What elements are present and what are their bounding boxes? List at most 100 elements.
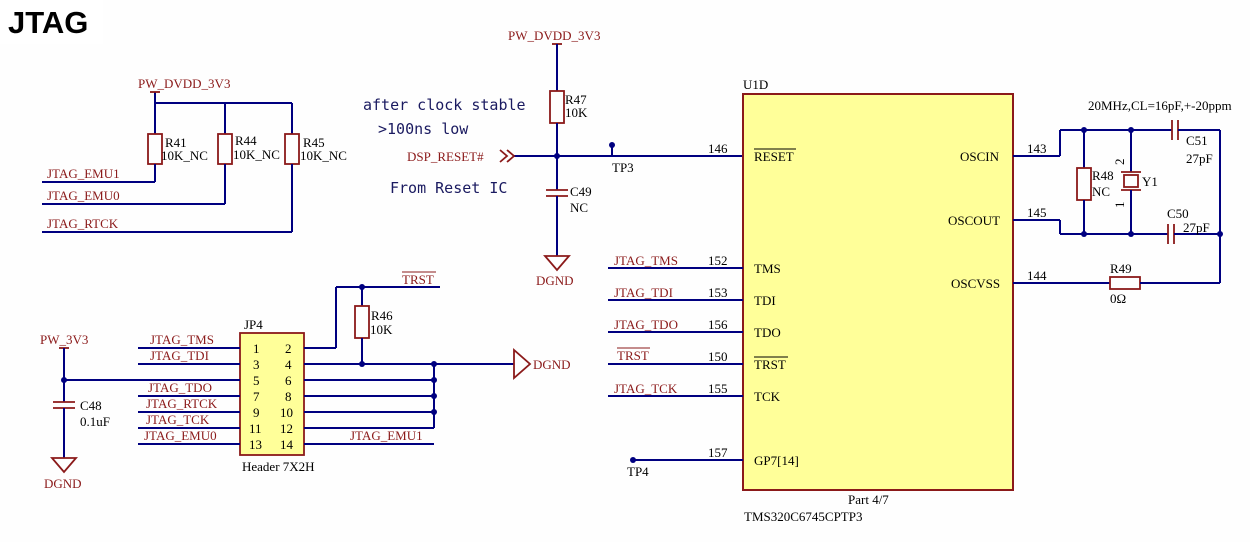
jp4-pin-4: 4 <box>285 357 292 372</box>
pin-num-144: 144 <box>1027 268 1047 283</box>
y1-pin1: 1 <box>1112 202 1127 209</box>
ref-c48: C48 <box>80 398 102 413</box>
label-jtag-emu1-a: JTAG_EMU1 <box>47 166 120 181</box>
resistor-r41 <box>147 133 163 165</box>
value-r47: 10K <box>565 105 588 120</box>
port-dsp-reset-icon <box>499 149 516 163</box>
junction-c48 <box>61 377 67 383</box>
jp4-pin-11: 11 <box>249 421 262 436</box>
ground-icon-reset <box>543 255 571 272</box>
label-jtag-emu0-c: JTAG_EMU0 <box>144 428 217 443</box>
value-jp4: Header 7X2H <box>242 459 315 474</box>
pin-name-tms: TMS <box>754 261 781 276</box>
ref-jp4: JP4 <box>244 317 263 332</box>
label-jtag-tdi-b: JTAG_TDI <box>614 285 673 300</box>
jp4-pin-5: 5 <box>253 373 260 388</box>
resistor-r49 <box>1109 276 1141 290</box>
label-jtag-emu1-c: JTAG_EMU1 <box>350 428 423 443</box>
y1-pin2: 2 <box>1112 159 1127 166</box>
pin-num-152: 152 <box>708 253 728 268</box>
part-u1d: Part 4/7 <box>848 492 889 507</box>
resistor-r46 <box>354 305 370 339</box>
pin-name-trst: TRST <box>754 357 786 372</box>
pin-name-gp7: GP7[14] <box>754 453 799 468</box>
ground-icon-header <box>513 348 532 380</box>
resistor-r48 <box>1076 167 1092 201</box>
ref-r46: R46 <box>371 308 393 323</box>
reset-group: PW_DVDD_3V3 R47 10K TP3 DSP_RESET# C49 N… <box>363 28 743 288</box>
pin-num-146: 146 <box>708 141 728 156</box>
pin-num-143: 143 <box>1027 141 1047 156</box>
label-jtag-rtck-a: JTAG_RTCK <box>47 216 119 231</box>
junction-gnd-3 <box>431 393 437 399</box>
pin-num-153: 153 <box>708 285 728 300</box>
value-c48: 0.1uF <box>80 414 110 429</box>
ref-y1: Y1 <box>1142 174 1158 189</box>
ref-tp3: TP3 <box>612 160 634 175</box>
ref-r48: R48 <box>1092 168 1114 183</box>
schematic-canvas: PW_DVDD_3V3 R41 10K_NC R44 10K_NC R45 10… <box>40 28 1232 524</box>
pin-name-oscout: OSCOUT <box>948 213 1000 228</box>
label-jtag-tdi-c: JTAG_TDI <box>150 348 209 363</box>
note-after-clock: after clock stable <box>363 96 526 114</box>
pin-num-157: 157 <box>708 445 728 460</box>
header-jp4: JP4 Header 7X2H 1 2 3 4 5 6 7 8 9 10 11 … <box>40 271 571 491</box>
label-jtag-tms-c: JTAG_TMS <box>150 332 214 347</box>
jp4-pin-6: 6 <box>285 373 292 388</box>
testpoint-tp4 <box>630 457 636 463</box>
net-pw-dvdd-2: PW_DVDD_3V3 <box>508 28 600 43</box>
net-dgnd-reset: DGND <box>536 273 574 288</box>
jp4-pin-7: 7 <box>253 389 260 404</box>
junction-gnd-2 <box>431 377 437 383</box>
ref-c51: C51 <box>1186 133 1208 148</box>
pin-name-oscvss: OSCVSS <box>951 276 1000 291</box>
value-r45: 10K_NC <box>300 148 347 163</box>
jp4-pin-8: 8 <box>285 389 292 404</box>
label-jtag-tdo-c: JTAG_TDO <box>148 380 212 395</box>
label-trst-b: TRST <box>617 348 649 363</box>
pullup-group: PW_DVDD_3V3 R41 10K_NC R44 10K_NC R45 10… <box>42 76 347 233</box>
net-pw-dvdd-1: PW_DVDD_3V3 <box>138 76 230 91</box>
resistor-r45 <box>284 133 300 165</box>
junction-osc-5 <box>1217 231 1223 237</box>
value-c51: 27pF <box>1186 151 1213 166</box>
value-c49: NC <box>570 200 588 215</box>
label-jtag-tck-c: JTAG_TCK <box>146 412 210 427</box>
junction-gnd-1 <box>431 361 437 367</box>
net-pw-3v3: PW_3V3 <box>40 332 88 347</box>
junction-osc-1 <box>1081 127 1087 133</box>
label-trst-c: TRST <box>402 272 434 287</box>
pin-num-156: 156 <box>708 317 728 332</box>
pin-num-145: 145 <box>1027 205 1047 220</box>
label-jtag-tck-b: JTAG_TCK <box>614 381 678 396</box>
ref-u1d: U1D <box>743 77 768 92</box>
note-crystal-spec: 20MHz,CL=16pF,+-20ppm <box>1088 98 1232 113</box>
jp4-pin-13: 13 <box>249 437 262 452</box>
label-dsp-reset: DSP_RESET# <box>407 149 484 164</box>
label-jtag-tdo-b: JTAG_TDO <box>614 317 678 332</box>
note-100ns: >100ns low <box>378 120 469 138</box>
value-r48: NC <box>1092 184 1110 199</box>
pin-name-tdo: TDO <box>754 325 781 340</box>
ground-icon-c48 <box>50 457 78 474</box>
resistor-r47 <box>549 90 565 124</box>
testpoint-tp3 <box>609 142 615 148</box>
note-from-reset: From Reset IC <box>390 179 507 197</box>
pin-num-155: 155 <box>708 381 728 396</box>
net-dgnd-c48: DGND <box>44 476 82 491</box>
jp4-pin-3: 3 <box>253 357 260 372</box>
jp4-pin-10: 10 <box>280 405 293 420</box>
junction-reset <box>554 153 560 159</box>
jp4-pin-9: 9 <box>253 405 260 420</box>
label-jtag-rtck-c: JTAG_RTCK <box>146 396 218 411</box>
value-r49: 0Ω <box>1110 291 1126 306</box>
jp4-pin-12: 12 <box>280 421 293 436</box>
ref-c49: C49 <box>570 184 592 199</box>
pin-name-tck: TCK <box>754 389 781 404</box>
chip-u1d: U1D Part 4/7 TMS320C6745CPTP3 146 RESET … <box>608 77 1047 524</box>
ref-tp4: TP4 <box>627 464 649 479</box>
value-c50: 27pF <box>1183 220 1210 235</box>
label-jtag-tms-b: JTAG_TMS <box>614 253 678 268</box>
value-r44: 10K_NC <box>233 147 280 162</box>
label-jtag-emu0-a: JTAG_EMU0 <box>47 188 120 203</box>
